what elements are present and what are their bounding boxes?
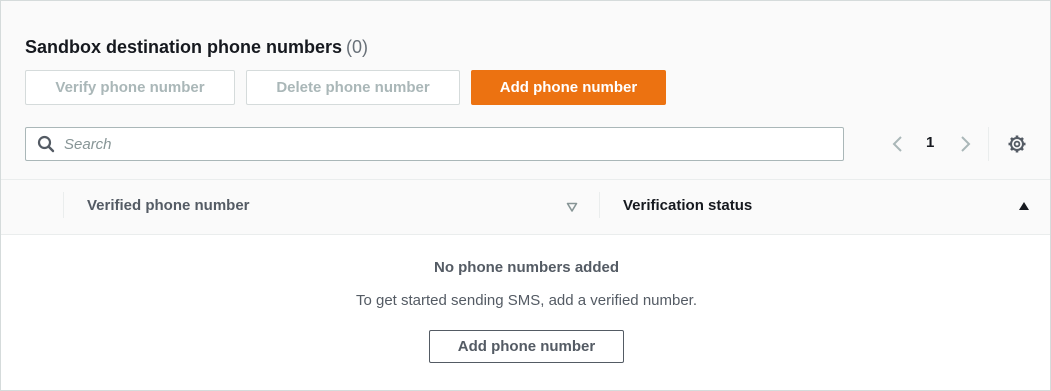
chevron-right-icon[interactable] bbox=[958, 134, 972, 154]
phone-numbers-panel: Sandbox destination phone numbers (0) Ver… bbox=[0, 0, 1051, 391]
column-header-verified-number[interactable]: Verified phone number bbox=[87, 197, 250, 214]
column-header-verification-status[interactable]: Verification status bbox=[623, 197, 752, 214]
empty-state-description: To get started sending SMS, add a verifi… bbox=[355, 292, 698, 309]
column-divider bbox=[63, 192, 64, 218]
pager-divider bbox=[988, 127, 989, 161]
sort-desc-icon[interactable] bbox=[566, 201, 578, 213]
settings-gear-icon[interactable] bbox=[1007, 134, 1027, 154]
empty-add-phone-button[interactable]: Add phone number bbox=[429, 330, 624, 363]
table-header: Verified phone number Verification statu… bbox=[1, 180, 1050, 235]
search-input[interactable]: Search bbox=[25, 127, 844, 161]
search-placeholder: Search bbox=[64, 136, 112, 153]
title-text: Sandbox destination phone numbers bbox=[25, 37, 343, 57]
verify-phone-button[interactable]: Verify phone number bbox=[25, 70, 235, 105]
chevron-left-icon[interactable] bbox=[891, 134, 905, 154]
panel-header: Sandbox destination phone numbers (0) Ver… bbox=[1, 1, 1050, 180]
empty-state-title: No phone numbers added bbox=[433, 259, 619, 276]
page-title: Sandbox destination phone numbers (0) bbox=[25, 36, 368, 58]
search-icon bbox=[37, 135, 55, 153]
title-count: (0) bbox=[346, 37, 369, 57]
add-phone-button[interactable]: Add phone number bbox=[471, 70, 666, 105]
sort-asc-icon[interactable] bbox=[1018, 200, 1030, 212]
page-number[interactable]: 1 bbox=[926, 134, 934, 151]
delete-phone-button[interactable]: Delete phone number bbox=[246, 70, 460, 105]
column-divider bbox=[599, 192, 600, 218]
